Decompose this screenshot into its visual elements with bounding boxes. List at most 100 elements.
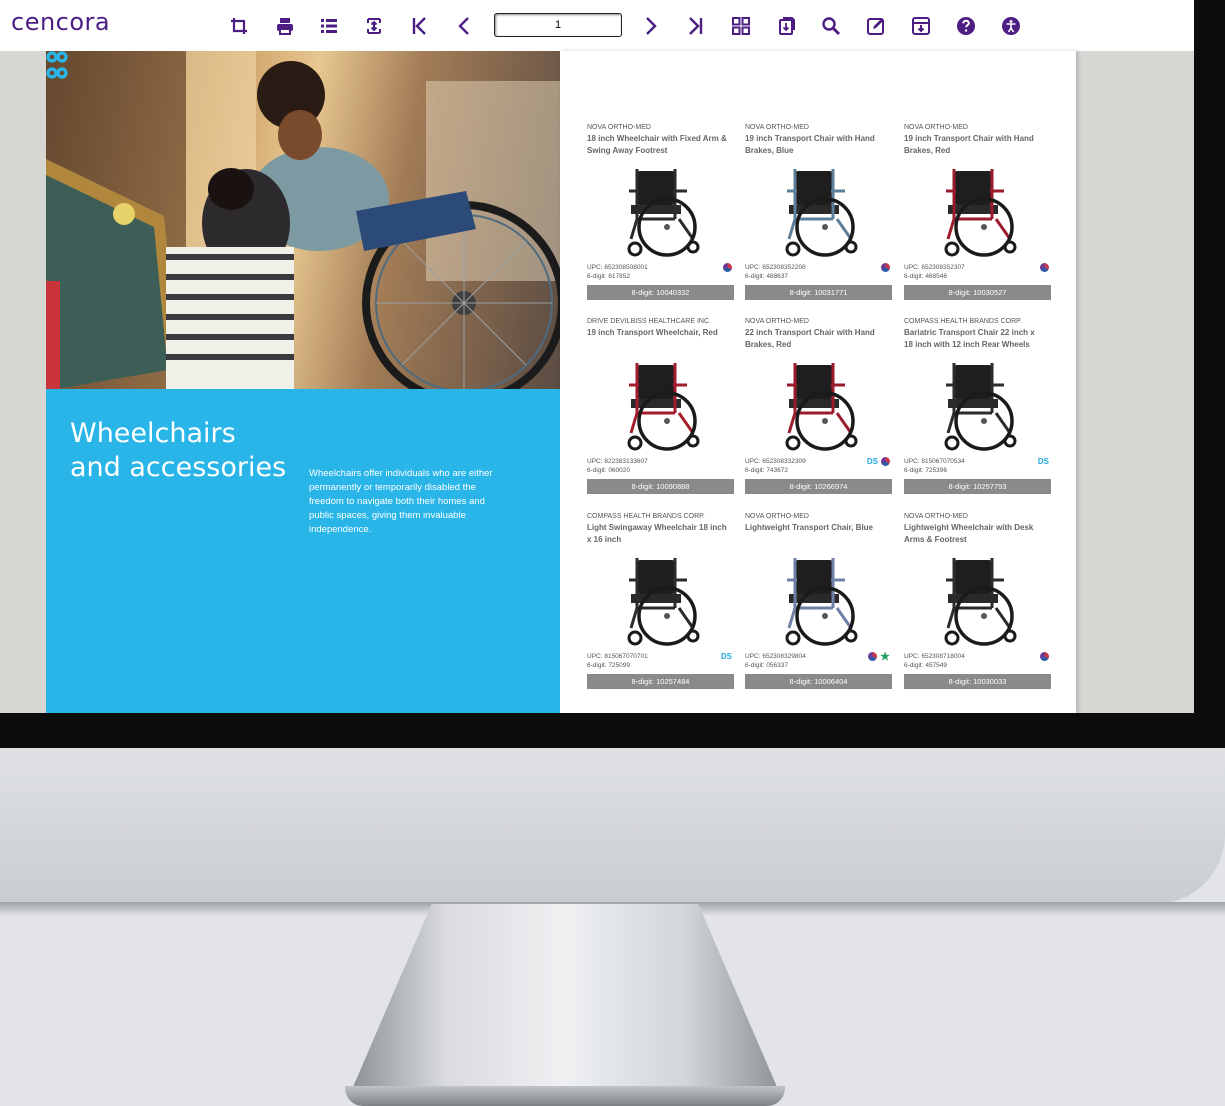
product-name[interactable]: 19 inch Transport Chair with Hand Brakes… (904, 133, 1044, 157)
globe-badge-icon (723, 262, 732, 272)
product-card[interactable]: COMPASS HEALTH BRANDS CORP. Bariatric Tra… (904, 317, 1051, 507)
product-brand: NOVA ORTHO-MED (904, 513, 968, 520)
product-name[interactable]: 19 inch Transport Wheelchair, Red (587, 327, 727, 339)
wheelchair-image[interactable] (767, 161, 867, 261)
eight-digit-code[interactable]: 8-digit: 10266974 (745, 479, 892, 494)
monitor-stand (350, 904, 780, 1094)
thumbnails-icon[interactable] (728, 13, 754, 39)
product-brand: NOVA ORTHO-MED (745, 124, 809, 131)
eight-digit-code[interactable]: 8-digit: 10006404 (745, 674, 892, 689)
archive-icon[interactable] (908, 13, 934, 39)
download-icon[interactable] (773, 13, 799, 39)
product-badges: DS (1038, 455, 1049, 467)
product-upc: UPC: 652308332309 6-digit: 743672 (745, 457, 806, 475)
product-brand: COMPASS HEALTH BRANDS CORP. (587, 513, 705, 520)
fit-page-icon[interactable] (361, 13, 387, 39)
wheelchair-image[interactable] (926, 550, 1026, 650)
wheelchair-image[interactable] (609, 355, 709, 455)
product-upc: UPC: 652308352307 6-digit: 468546 (904, 263, 965, 281)
wheelchair-image[interactable] (767, 355, 867, 455)
six-digit-code: 6-digit: 743672 (745, 467, 789, 474)
upc-code: UPC: 652308718004 (904, 653, 965, 660)
section-description: Wheelchairs offer individuals who are ei… (309, 468, 493, 535)
search-icon[interactable] (818, 13, 844, 39)
product-card[interactable]: COMPASS HEALTH BRANDS CORP. Light Swingaw… (587, 512, 734, 702)
product-badges: DS (867, 455, 890, 467)
wheelchair-image[interactable] (767, 550, 867, 650)
hero-photo (46, 51, 560, 389)
product-badges (723, 261, 732, 273)
product-name[interactable]: 22 inch Transport Chair with Hand Brakes… (745, 327, 885, 351)
six-digit-code: 6-digit: 617852 (587, 273, 631, 280)
product-name[interactable]: Lightweight Wheelchair with Desk Arms & … (904, 522, 1044, 546)
accessibility-icon[interactable] (998, 13, 1024, 39)
product-card[interactable]: NOVA ORTHO-MED Lightweight Wheelchair wit… (904, 512, 1051, 702)
product-upc: UPC: 815067070701 6-digit: 725099 (587, 652, 648, 670)
eight-digit-code[interactable]: 8-digit: 10030527 (904, 285, 1051, 300)
print-icon[interactable] (272, 13, 298, 39)
ds-badge: DS (866, 456, 878, 466)
globe-badge-icon (868, 651, 878, 661)
product-name[interactable]: Bariatric Transport Chair 22 inch x 18 i… (904, 327, 1044, 351)
upc-code: UPC: 815067070701 (587, 653, 648, 660)
monitor-stand-base (345, 1086, 785, 1106)
wheelchair-image[interactable] (609, 161, 709, 261)
product-upc: UPC: 652308352208 6-digit: 488637 (745, 263, 806, 281)
upc-code: UPC: 822383133607 (587, 458, 648, 465)
product-upc: UPC: 652308329804 6-digit: 056337 (745, 652, 806, 670)
eight-digit-code[interactable]: 8-digit: 10257753 (904, 479, 1051, 494)
next-page-icon[interactable] (638, 13, 664, 39)
product-brand: NOVA ORTHO-MED (587, 124, 651, 131)
six-digit-code: 6-digit: 468546 (904, 273, 948, 280)
page-number-input[interactable] (494, 13, 622, 37)
crop-icon[interactable] (226, 13, 252, 39)
eight-digit-code[interactable]: 8-digit: 10040332 (587, 285, 734, 300)
list-icon[interactable] (316, 13, 342, 39)
product-brand: NOVA ORTHO-MED (745, 318, 809, 325)
product-upc: UPC: 652308508001 6-digit: 617852 (587, 263, 648, 281)
product-badges: DS (721, 650, 732, 662)
upc-code: UPC: 652308352208 (745, 264, 806, 271)
product-name[interactable]: Light Swingaway Wheelchair 18 inch x 16 … (587, 522, 727, 546)
product-card[interactable]: NOVA ORTHO-MED 18 inch Wheelchair with Fi… (587, 123, 734, 313)
globe-badge-icon (1040, 651, 1049, 661)
catalog-right-page: NOVA ORTHO-MED 18 inch Wheelchair with Fi… (560, 51, 1076, 713)
previous-page-icon[interactable] (451, 13, 477, 39)
brand-logo[interactable]: cencora (11, 8, 110, 36)
product-badges (881, 261, 890, 273)
product-brand: COMPASS HEALTH BRANDS CORP. (904, 318, 1022, 325)
product-card[interactable]: NOVA ORTHO-MED 19 inch Transport Chair wi… (745, 123, 892, 313)
wheelchair-image[interactable] (926, 355, 1026, 455)
upc-code: UPC: 652308332309 (745, 458, 806, 465)
first-page-icon[interactable] (406, 13, 432, 39)
six-digit-code: 6-digit: 056337 (745, 662, 789, 669)
product-card[interactable]: NOVA ORTHO-MED 19 inch Transport Chair wi… (904, 123, 1051, 313)
eight-digit-code[interactable]: 8-digit: 10257484 (587, 674, 734, 689)
product-name[interactable]: 19 inch Transport Chair with Hand Brakes… (745, 133, 885, 157)
ds-badge: DS (1037, 456, 1049, 466)
product-upc: UPC: 822383133607 6-digit: 060020 (587, 457, 648, 475)
upc-code: UPC: 652308352307 (904, 264, 965, 271)
wheelchair-image[interactable] (926, 161, 1026, 261)
help-icon[interactable] (953, 13, 979, 39)
section-title: Wheelchairs and accessories (70, 417, 310, 485)
product-name[interactable]: Lightweight Transport Chair, Blue (745, 522, 885, 534)
product-badges (1040, 650, 1049, 662)
product-upc: UPC: 815067070534 6-digit: 725396 (904, 457, 965, 475)
wheelchair-image[interactable] (609, 550, 709, 650)
globe-badge-icon (881, 262, 890, 272)
product-card[interactable]: NOVA ORTHO-MED 22 inch Transport Chair wi… (745, 317, 892, 507)
product-name[interactable]: 18 inch Wheelchair with Fixed Arm & Swin… (587, 133, 727, 157)
eight-digit-code[interactable]: 8-digit: 10090888 (587, 479, 734, 494)
product-card[interactable]: NOVA ORTHO-MED Lightweight Transport Chai… (745, 512, 892, 702)
section-title-line-1: Wheelchairs (70, 418, 236, 449)
edit-icon[interactable] (863, 13, 889, 39)
last-page-icon[interactable] (683, 13, 709, 39)
six-digit-code: 6-digit: 060020 (587, 467, 631, 474)
product-brand: NOVA ORTHO-MED (904, 124, 968, 131)
eight-digit-code[interactable]: 8-digit: 10030033 (904, 674, 1051, 689)
product-card[interactable]: DRIVE DEVILBISS HEALTHCARE INC 19 inch Tr… (587, 317, 734, 507)
viewer-toolbar: cencora (0, 0, 1194, 51)
six-digit-code: 6-digit: 457549 (904, 662, 948, 669)
eight-digit-code[interactable]: 8-digit: 10031771 (745, 285, 892, 300)
